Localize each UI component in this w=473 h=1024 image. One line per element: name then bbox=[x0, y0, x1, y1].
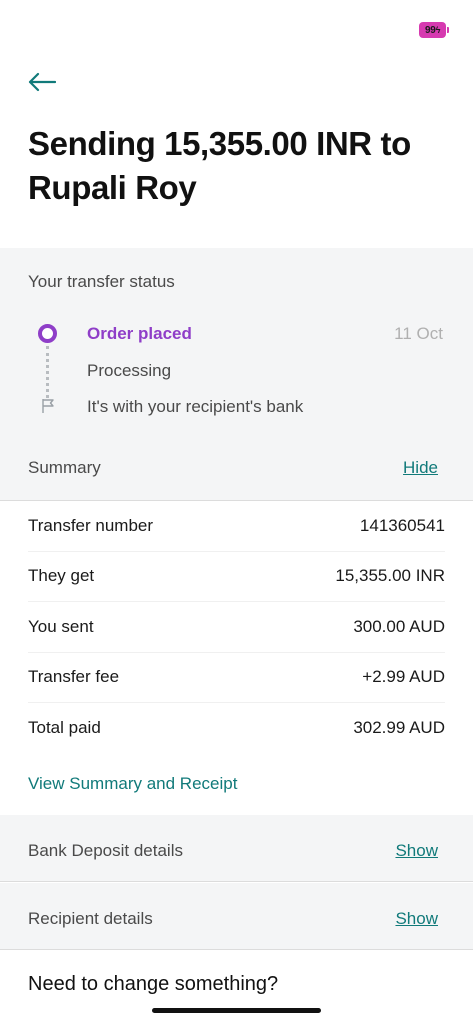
bank-deposit-show-link[interactable]: Show bbox=[395, 841, 438, 861]
page-title-line-2: Rupali Roy bbox=[28, 169, 197, 206]
battery-level: 99 bbox=[425, 24, 436, 36]
summary-row: Total paid 302.99 AUD bbox=[28, 703, 445, 754]
timeline-step-recipient-bank: It's with your recipient's bank bbox=[87, 397, 304, 416]
recipient-show-link[interactable]: Show bbox=[395, 909, 438, 929]
summary-row-label: Transfer number bbox=[28, 515, 154, 535]
timeline-step-order-placed: Order placed bbox=[87, 324, 192, 343]
view-receipt-link[interactable]: View Summary and Receipt bbox=[28, 774, 237, 794]
battery-icon: 99 ϟ bbox=[419, 22, 449, 38]
arrow-left-icon bbox=[28, 72, 56, 92]
bank-deposit-details-section: Bank Deposit details Show bbox=[0, 815, 473, 882]
summary-row-value: 15,355.00 INR bbox=[335, 566, 445, 586]
summary-row-label: Transfer fee bbox=[28, 667, 120, 687]
timeline-active-dot-icon bbox=[38, 324, 57, 343]
summary-hide-link[interactable]: Hide bbox=[403, 458, 438, 478]
summary-row: Transfer number 141360541 bbox=[28, 501, 445, 552]
summary-heading: Summary bbox=[28, 458, 101, 477]
status-bar: 99 ϟ bbox=[0, 0, 473, 60]
page-title: Sending 15,355.00 INR to Rupali Roy bbox=[28, 122, 448, 210]
back-button[interactable] bbox=[24, 66, 60, 98]
timeline-dotted-line bbox=[46, 346, 49, 398]
need-to-change-heading: Need to change something? bbox=[28, 973, 279, 995]
summary-table: Transfer number 141360541 They get 15,35… bbox=[0, 501, 473, 754]
recipient-details-label: Recipient details bbox=[28, 909, 153, 928]
summary-row-label: Total paid bbox=[28, 718, 101, 738]
bank-deposit-details-label: Bank Deposit details bbox=[28, 841, 183, 860]
home-indicator[interactable] bbox=[152, 1008, 321, 1013]
recipient-details-section: Recipient details Show bbox=[0, 883, 473, 950]
summary-row: Transfer fee +2.99 AUD bbox=[28, 653, 445, 703]
summary-row-value: +2.99 AUD bbox=[362, 667, 445, 687]
summary-row-value: 141360541 bbox=[359, 515, 445, 535]
summary-row-label: You sent bbox=[28, 616, 94, 636]
summary-row-label: They get bbox=[28, 566, 95, 586]
summary-row-value: 300.00 AUD bbox=[353, 616, 445, 636]
summary-row-value: 302.99 AUD bbox=[353, 718, 445, 738]
transfer-timeline: Order placed 11 Oct Processing It's with… bbox=[0, 314, 473, 434]
transfer-status-heading: Your transfer status bbox=[28, 272, 175, 291]
summary-header: Summary Hide bbox=[0, 434, 473, 501]
flag-icon bbox=[42, 399, 54, 413]
summary-row: You sent 300.00 AUD bbox=[28, 602, 445, 653]
summary-row: They get 15,355.00 INR bbox=[28, 552, 445, 602]
timeline-step-date: 11 Oct bbox=[394, 324, 443, 343]
page-title-line-1: Sending 15,355.00 INR to bbox=[28, 125, 411, 162]
timeline-step-processing: Processing bbox=[87, 361, 172, 380]
